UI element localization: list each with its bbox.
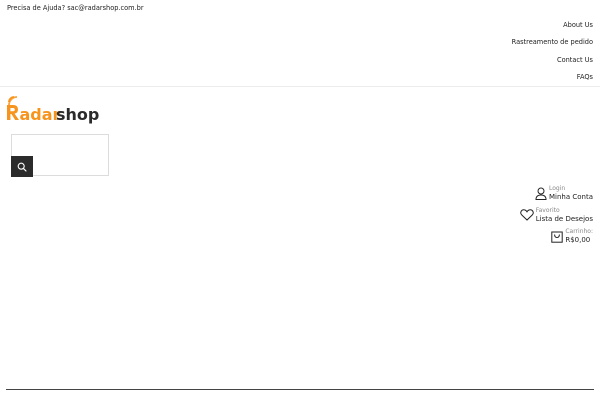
top-divider: [0, 86, 600, 87]
top-link-contact-us[interactable]: Contact Us: [393, 55, 593, 72]
cart-small-label: Carrinho:: [565, 228, 593, 235]
wishlist-small-label: Favorito: [535, 207, 560, 214]
top-link-order-tracking[interactable]: Rastreamento de pedido: [393, 37, 593, 54]
radarshop-logo[interactable]: adar shop: [6, 96, 100, 124]
logo-text-adar: adar: [20, 105, 61, 124]
top-links-menu: About Us Rastreamento de pedido Contact …: [393, 20, 593, 89]
search-input[interactable]: [12, 135, 108, 155]
help-contact-text: Precisa de Ajuda? sac@radarshop.com.br: [7, 4, 144, 12]
search-icon: [17, 162, 27, 172]
search-form: [11, 134, 109, 177]
search-button[interactable]: [11, 156, 33, 177]
radarshop-logo-graphic: adar shop: [7, 96, 99, 124]
heart-icon: [519, 209, 534, 221]
user-icon: [535, 187, 547, 200]
logo-text-shop: shop: [56, 105, 99, 124]
login-account-link[interactable]: Login Minha Conta: [535, 185, 593, 202]
shopping-bag-icon: [551, 230, 564, 243]
wishlist-label: Lista de Desejos: [535, 214, 593, 223]
cart-link[interactable]: Carrinho: R$0,00: [551, 228, 593, 245]
top-link-about-us[interactable]: About Us: [393, 20, 593, 37]
wishlist-link[interactable]: Favorito Lista de Desejos: [519, 207, 593, 224]
cart-total: R$0,00: [565, 235, 591, 244]
my-account-label: Minha Conta: [548, 192, 593, 201]
login-small-label: Login: [548, 185, 566, 192]
menu-divider-line: [6, 389, 594, 390]
